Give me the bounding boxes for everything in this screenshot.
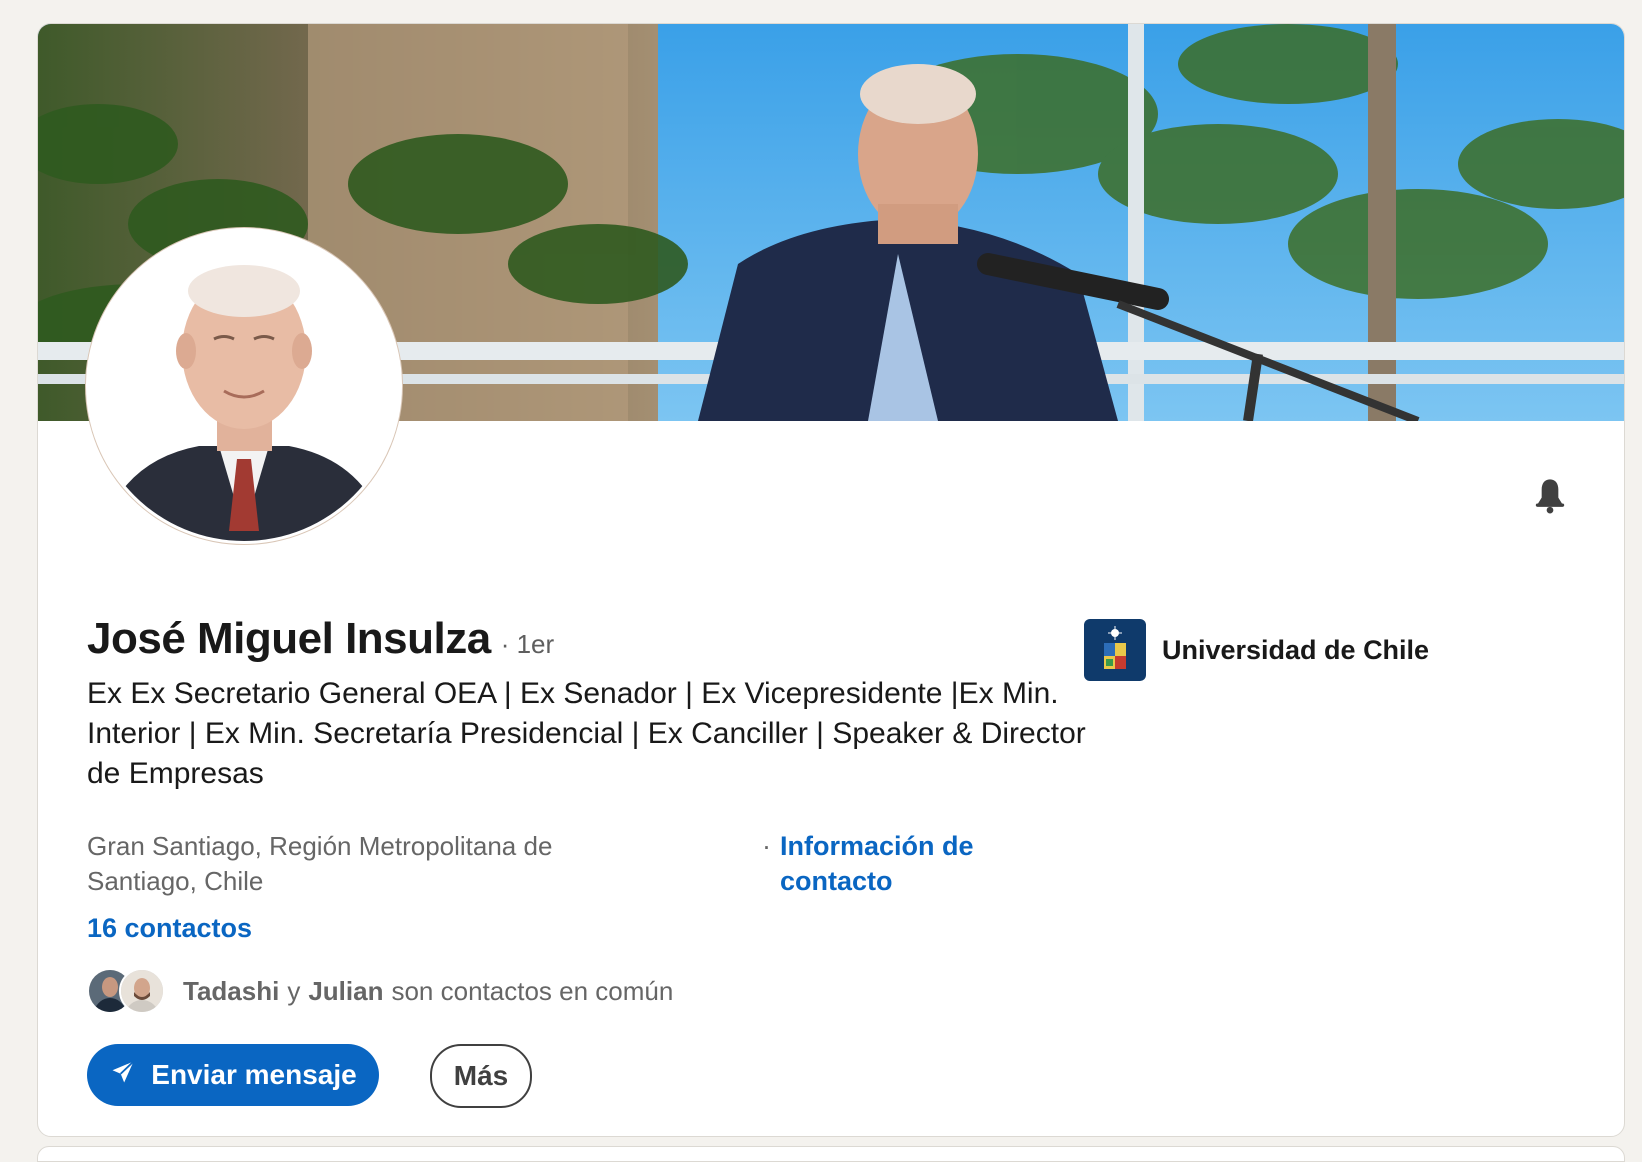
more-button[interactable]: Más — [430, 1044, 532, 1108]
send-icon — [109, 1058, 137, 1093]
mutual-suffix: son contactos en común — [391, 975, 674, 1006]
next-card-edge — [37, 1146, 1625, 1162]
separator-dot: · — [762, 831, 771, 861]
profile-card: José Miguel Insulza · 1er Ex Ex Secretar… — [37, 23, 1625, 1137]
mutual-conjunction: y — [287, 975, 301, 1006]
connection-degree: · 1er — [500, 629, 555, 659]
profile-name: José Miguel Insulza — [87, 614, 491, 663]
education-entry[interactable]: Universidad de Chile — [1084, 619, 1429, 681]
avatar — [119, 968, 165, 1014]
university-name: Universidad de Chile — [1162, 634, 1430, 665]
mutual-name-2: Julian — [308, 975, 384, 1006]
contact-info-link[interactable]: · Información de contacto — [762, 829, 1040, 899]
profile-photo[interactable] — [86, 228, 402, 544]
profile-headline: Ex Ex Secretario General OEA | Ex Senado… — [87, 677, 1086, 790]
mutual-connections[interactable]: Tadashi y Julian son contactos en común — [87, 968, 673, 1014]
connections-link[interactable]: 16 contactos — [87, 913, 252, 944]
send-message-label: Enviar mensaje — [151, 1059, 357, 1090]
name-row: José Miguel Insulza · 1er — [87, 614, 554, 664]
bell-icon[interactable] — [1526, 472, 1574, 520]
mutual-avatars — [87, 968, 171, 1014]
university-logo — [1084, 619, 1146, 681]
mutual-name-1: Tadashi — [183, 975, 280, 1006]
contact-info-label: Información de contacto — [780, 831, 974, 896]
send-message-button[interactable]: Enviar mensaje — [87, 1044, 379, 1106]
profile-location: Gran Santiago, Región Metropolitana de S… — [87, 831, 553, 896]
